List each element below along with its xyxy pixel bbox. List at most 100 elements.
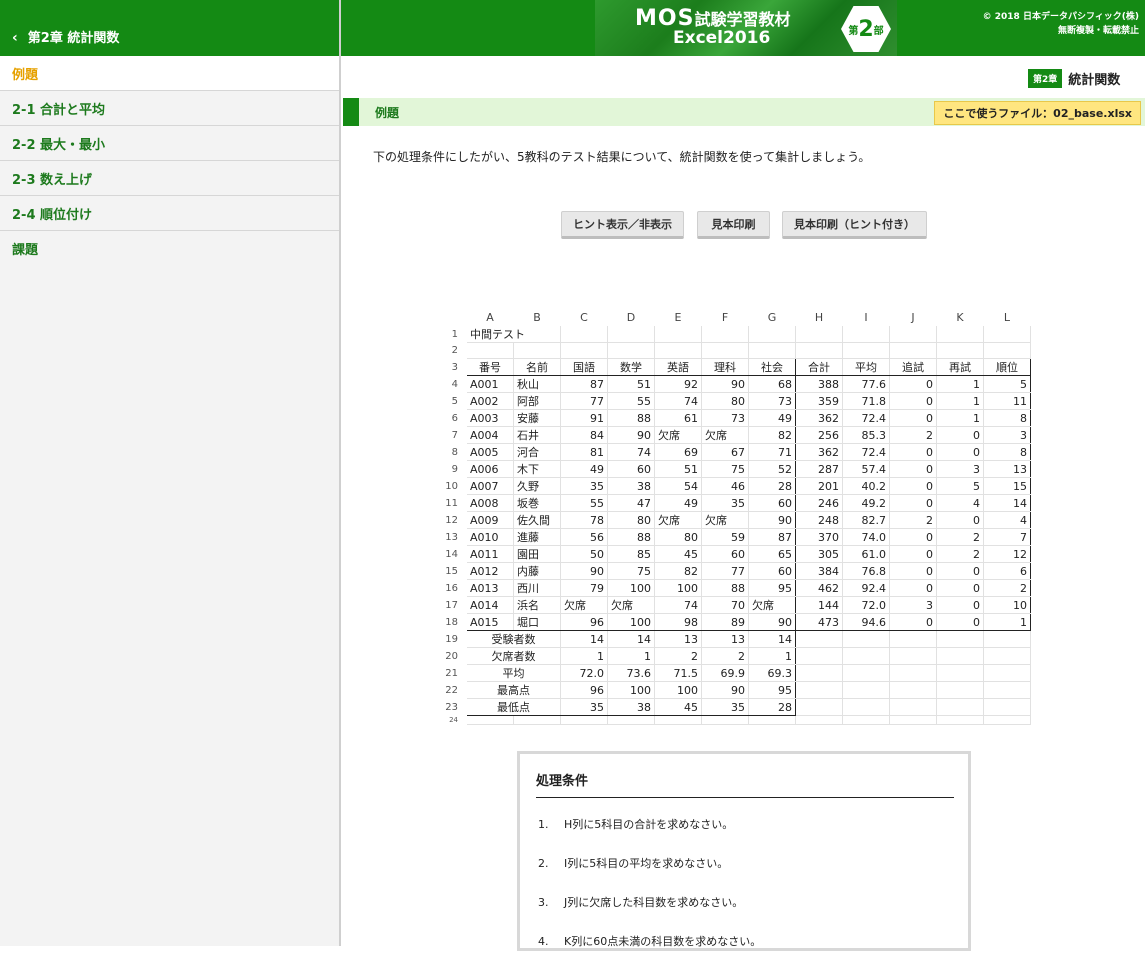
sheet-cell: 305	[795, 545, 843, 563]
sheet-column-title: 平均	[842, 358, 890, 376]
column-header: H	[795, 309, 843, 326]
sheet-cell: A013	[466, 579, 514, 597]
sheet-cell	[983, 664, 1031, 682]
column-header: G	[748, 309, 796, 326]
sheet-header-row: 3 番号 名前 国語 数学 英語 理科 社会 合計 平均 追試 再試 順位	[440, 358, 1031, 376]
sheet-cell: 94.6	[842, 613, 890, 631]
sheet-cell: 欠席	[748, 596, 796, 614]
sheet-cell: 75	[607, 562, 655, 580]
sheet-cell	[842, 698, 890, 716]
sheet-cell: 15	[983, 477, 1031, 495]
column-header: D	[607, 309, 655, 326]
row-number: 6	[440, 409, 467, 427]
sheet-cell: 462	[795, 579, 843, 597]
sheet-cell: 51	[654, 460, 702, 478]
section-title: 例題	[375, 105, 400, 120]
spreadsheet-image: A B C D E F G H I J K L 1 中間テスト 2 3 番号 名前 国語 数学 英語 理科 社会 合計 平均 追試…	[440, 309, 1031, 725]
row-number: 23	[440, 698, 467, 716]
sheet-cell: 2	[889, 511, 937, 529]
sheet-column-title: 英語	[654, 358, 702, 376]
sheet-cell	[936, 698, 984, 716]
row-number: 22	[440, 681, 467, 699]
sidebar: ‹ 第2章 統計関数 例題 2-1 合計と平均 2-2 最大・最小 2-3 数え…	[0, 0, 341, 946]
sheet-cell	[654, 715, 702, 725]
banner-subtitle: 試験学習教材	[694, 10, 791, 29]
sheet-cell: 欠席	[607, 596, 655, 614]
sheet-cell: 6	[983, 562, 1031, 580]
sheet-cell: 3	[936, 460, 984, 478]
sheet-cell: 55	[607, 392, 655, 410]
row-number: 16	[440, 579, 467, 597]
sheet-cell	[983, 325, 1031, 343]
column-header: C	[560, 309, 608, 326]
summary-value: 100	[607, 681, 655, 699]
sidebar-header-title: 第2章 統計関数	[27, 31, 120, 46]
sidebar-item-2-2[interactable]: 2-2 最大・最小	[0, 126, 339, 161]
table-row: 11 A008 坂巻 55 47 49 35 60 246 49.2 0 4 14	[440, 494, 1031, 512]
sheet-cell	[795, 681, 843, 699]
sheet-cell: 51	[607, 375, 655, 393]
sheet-cell: 90	[560, 562, 608, 580]
sheet-cell	[983, 630, 1031, 648]
sheet-cell: 久野	[513, 477, 561, 495]
sheet-cell: 73	[748, 392, 796, 410]
row-number: 21	[440, 664, 467, 682]
section-bar: 例題 ここで使うファイル：02_base.xlsx	[343, 98, 1145, 126]
sheet-column-title: 追試	[889, 358, 937, 376]
table-row: 6 A003 安藤 91 88 61 73 49 362 72.4 0 1 8	[440, 409, 1031, 427]
sheet-cell: 2	[936, 545, 984, 563]
sheet-cell: 0	[889, 392, 937, 410]
sheet-cell: 90	[607, 426, 655, 444]
sheet-cell: 71.8	[842, 392, 890, 410]
sheet-cell	[466, 715, 514, 725]
sheet-column-title: 社会	[748, 358, 796, 376]
summary-value: 45	[654, 698, 702, 716]
sheet-column-title: 数学	[607, 358, 655, 376]
sheet-cell: A014	[466, 596, 514, 614]
sheet-cell: 78	[560, 511, 608, 529]
sheet-column-title: 順位	[983, 358, 1031, 376]
sheet-cell: 14	[983, 494, 1031, 512]
sheet-column-title: 国語	[560, 358, 608, 376]
sheet-cell: 90	[748, 511, 796, 529]
sidebar-item-exercise[interactable]: 課題	[0, 231, 339, 266]
sheet-cell	[513, 715, 561, 725]
sheet-cell	[936, 342, 984, 359]
print-sample-hint-button[interactable]: 見本印刷（ヒント付き）	[782, 211, 927, 239]
sheet-cell	[842, 647, 890, 665]
sheet-cell: 75	[701, 460, 749, 478]
summary-value: 90	[701, 681, 749, 699]
sheet-cell: 60	[748, 494, 796, 512]
summary-row: 21 平均 72.0 73.6 71.5 69.9 69.3	[440, 664, 1031, 682]
sidebar-item-example[interactable]: 例題	[0, 56, 339, 91]
row-number: 14	[440, 545, 467, 563]
summary-value: 96	[560, 681, 608, 699]
column-header: F	[701, 309, 749, 326]
sheet-cell: 80	[701, 392, 749, 410]
sheet-cell: 0	[936, 596, 984, 614]
row-number: 15	[440, 562, 467, 580]
sheet-cell	[560, 325, 608, 343]
table-row: 7 A004 石井 84 90 欠席 欠席 82 256 85.3 2 0 3	[440, 426, 1031, 444]
sidebar-back-header[interactable]: ‹ 第2章 統計関数	[0, 0, 339, 56]
sheet-cell: 内藤	[513, 562, 561, 580]
hint-toggle-button[interactable]: ヒント表示／非表示	[561, 211, 684, 239]
row-number: 4	[440, 375, 467, 393]
sheet-cell: 201	[795, 477, 843, 495]
sheet-cell	[889, 664, 937, 682]
sheet-cell	[607, 342, 655, 359]
sheet-cell: A012	[466, 562, 514, 580]
sheet-cell: 56	[560, 528, 608, 546]
sheet-cell	[701, 325, 749, 343]
sidebar-item-2-1[interactable]: 2-1 合計と平均	[0, 91, 339, 126]
table-row: 17 A014 浜名 欠席 欠席 74 70 欠席 144 72.0 3 0 10	[440, 596, 1031, 614]
print-sample-button[interactable]: 見本印刷	[697, 211, 770, 239]
sidebar-item-2-3[interactable]: 2-3 数え上げ	[0, 161, 339, 196]
sheet-cell	[560, 342, 608, 359]
summary-row: 22 最高点 96 100 100 90 95	[440, 681, 1031, 699]
sheet-cell: 5	[983, 375, 1031, 393]
file-badge: ここで使うファイル：02_base.xlsx	[934, 101, 1141, 125]
sheet-cell: 38	[607, 477, 655, 495]
sidebar-item-2-4[interactable]: 2-4 順位付け	[0, 196, 339, 231]
sheet-cell: 65	[748, 545, 796, 563]
